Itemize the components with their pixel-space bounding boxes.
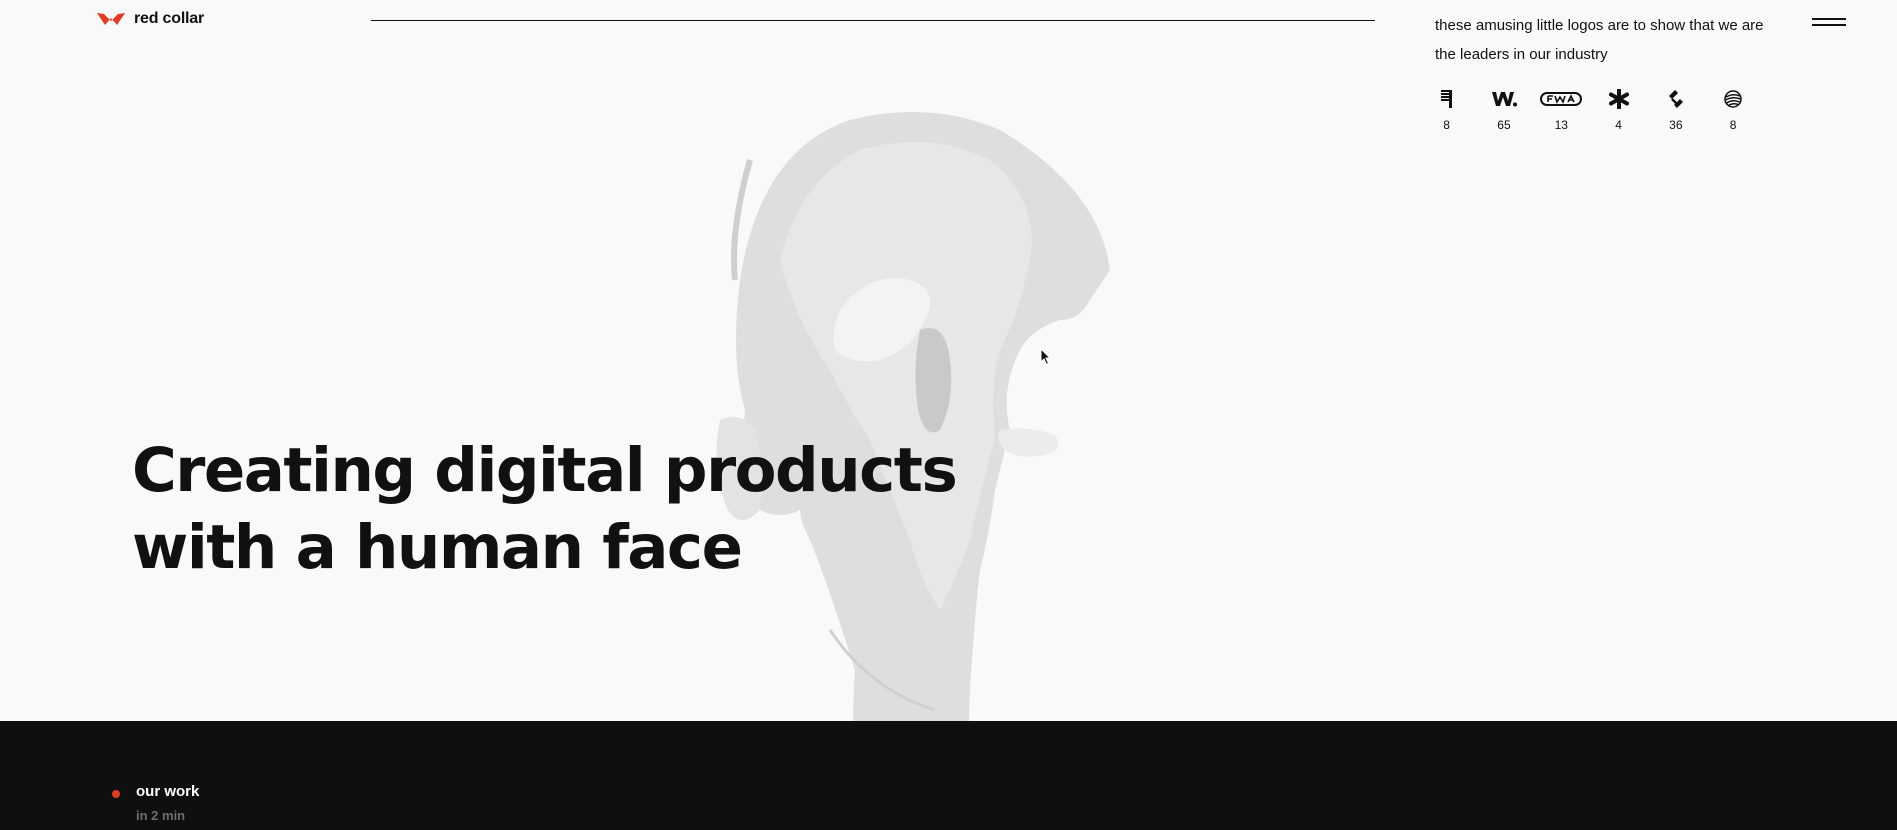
award-count: 13 bbox=[1554, 118, 1568, 132]
header-divider bbox=[371, 20, 1375, 21]
landing-page: red collar these amusing little logos ar… bbox=[0, 0, 1897, 830]
dark-section: our work in 2 min bbox=[0, 721, 1897, 830]
mouse-cursor-icon bbox=[1040, 348, 1052, 366]
award-item[interactable]: 8 bbox=[1704, 86, 1761, 132]
work-time-label: in 2 min bbox=[136, 808, 186, 823]
awwwards-bars-icon bbox=[1440, 86, 1454, 112]
logo-text: red collar bbox=[134, 10, 205, 27]
award-item[interactable]: 4 bbox=[1590, 86, 1647, 132]
logo-link[interactable]: red collar bbox=[96, 10, 204, 28]
awards-caption: these amusing little logos are to show t… bbox=[1435, 17, 1764, 63]
asterisk-icon bbox=[1608, 86, 1629, 112]
fwa-icon bbox=[1539, 86, 1583, 112]
award-count: 36 bbox=[1669, 118, 1683, 132]
hero-title: Creating digital products with a human f… bbox=[132, 432, 1132, 586]
hero-title-line-2: with a human face bbox=[132, 512, 743, 583]
award-item[interactable]: 13 bbox=[1533, 86, 1590, 132]
award-count: 8 bbox=[1443, 118, 1450, 132]
award-count: 4 bbox=[1615, 118, 1622, 132]
award-count: 65 bbox=[1497, 118, 1511, 132]
hamburger-menu-icon[interactable] bbox=[1812, 15, 1846, 31]
our-work-link[interactable]: our work bbox=[136, 783, 199, 800]
award-item[interactable]: 8 bbox=[1418, 86, 1475, 132]
award-item[interactable]: 65 bbox=[1475, 86, 1532, 132]
sphere-lines-icon bbox=[1723, 86, 1743, 112]
hero-title-line-1: Creating digital products bbox=[132, 435, 958, 506]
awards-list: 8 65 13 4 36 8 bbox=[1418, 86, 1762, 132]
red-dot-icon bbox=[112, 790, 120, 798]
collar-logo-icon bbox=[97, 13, 125, 25]
diamond-arrows-icon bbox=[1666, 86, 1686, 112]
award-count: 8 bbox=[1729, 118, 1737, 132]
award-item[interactable]: 36 bbox=[1647, 86, 1704, 132]
w-dot-icon bbox=[1491, 86, 1517, 112]
